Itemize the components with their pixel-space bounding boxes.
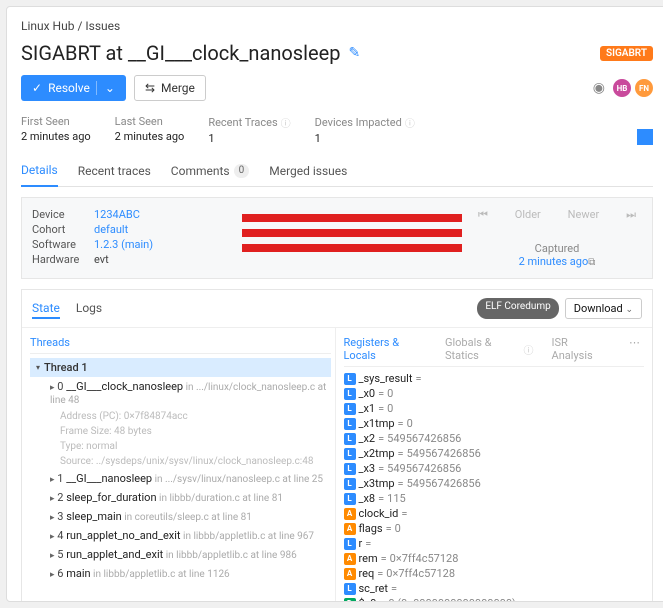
type-icon: A bbox=[344, 508, 356, 520]
edit-icon[interactable]: ✎ bbox=[348, 45, 360, 61]
stack-frame[interactable]: ▸ 3 sleep_main in coreutils/sleep.c at l… bbox=[30, 507, 331, 526]
coredump-pill: ELF Coredump bbox=[477, 298, 558, 319]
device-link[interactable]: 1234ABC bbox=[94, 208, 140, 221]
breadcrumb: Linux Hub / Issues bbox=[21, 19, 653, 33]
chevron-down-icon: ⌄ bbox=[625, 305, 633, 315]
register-row[interactable]: Arem = 0×7ff4c57128 bbox=[344, 551, 645, 566]
status-badge: SIGABRT bbox=[600, 46, 653, 61]
chart-placeholder bbox=[637, 129, 653, 145]
info-icon: ⓘ bbox=[281, 115, 291, 130]
cohort-link[interactable]: default bbox=[94, 223, 128, 236]
register-row[interactable]: L_x2tmp = 549567426856 bbox=[344, 446, 645, 461]
type-icon: L bbox=[344, 418, 356, 430]
register-row[interactable]: L_x3 = 549567426856 bbox=[344, 461, 645, 476]
register-row[interactable]: Lr = bbox=[344, 536, 645, 551]
avatar[interactable]: HB bbox=[613, 79, 631, 97]
tab-recent-traces[interactable]: Recent traces bbox=[78, 157, 151, 186]
info-icon: ⓘ bbox=[405, 115, 415, 130]
merge-icon: ⇆ bbox=[145, 81, 155, 95]
register-row[interactable]: Aclock_id = bbox=[344, 506, 645, 521]
info-icon: ⓘ bbox=[524, 342, 534, 357]
more-icon[interactable]: ⋯ bbox=[625, 336, 644, 362]
type-icon: L bbox=[344, 493, 356, 505]
register-row[interactable]: Areq = 0×7ff4c57128 bbox=[344, 566, 645, 581]
register-row[interactable]: L_x8 = 115 bbox=[344, 491, 645, 506]
subtab-state[interactable]: State bbox=[32, 299, 60, 319]
type-icon: L bbox=[344, 583, 356, 595]
register-row[interactable]: L_x2 = 549567426856 bbox=[344, 431, 645, 446]
type-icon: L bbox=[344, 433, 356, 445]
type-icon: L bbox=[344, 538, 356, 550]
type-icon: A bbox=[344, 553, 356, 565]
check-icon: ✓ bbox=[32, 81, 42, 95]
register-row[interactable]: Aflags = 0 bbox=[344, 521, 645, 536]
caret-right-icon: ▸ bbox=[50, 570, 55, 580]
caret-right-icon: ▸ bbox=[50, 551, 55, 561]
caret-right-icon: ▸ bbox=[50, 513, 55, 523]
register-row[interactable]: L_x3tmp = 549567426856 bbox=[344, 476, 645, 491]
subtab-logs[interactable]: Logs bbox=[76, 299, 102, 319]
captured-time[interactable]: 2 minutes ago bbox=[519, 255, 589, 268]
register-row[interactable]: Lsc_ret = bbox=[344, 581, 645, 596]
type-icon: D bbox=[344, 598, 356, 603]
merge-button[interactable]: ⇆ Merge bbox=[134, 75, 206, 101]
caret-right-icon: ▸ bbox=[50, 532, 55, 542]
type-icon: L bbox=[344, 373, 356, 385]
isr-header[interactable]: ISR Analysis bbox=[552, 336, 607, 362]
last-icon[interactable]: ⏭ bbox=[626, 208, 636, 222]
tab-details[interactable]: Details bbox=[21, 157, 58, 187]
captured-label: Captured bbox=[472, 242, 642, 255]
stack-frame[interactable]: ▸ 5 run_applet_and_exit in libbb/appletl… bbox=[30, 545, 331, 564]
external-link-icon[interactable]: ⧉ bbox=[588, 257, 595, 268]
type-icon: L bbox=[344, 478, 356, 490]
stack-frame[interactable]: ▸ 0 __GI___clock_nanosleep in .../linux/… bbox=[30, 377, 331, 409]
register-row[interactable]: L_sys_result = bbox=[344, 371, 645, 386]
register-row[interactable]: L_x1 = 0 bbox=[344, 401, 645, 416]
stack-frame[interactable]: ▸ 6 main in libbb/appletlib.c at line 11… bbox=[30, 564, 331, 583]
newer-button[interactable]: Newer bbox=[568, 208, 600, 222]
software-link[interactable]: 1.2.3 (main) bbox=[94, 238, 153, 251]
type-icon: L bbox=[344, 463, 356, 475]
tab-merged-issues[interactable]: Merged issues bbox=[269, 157, 347, 186]
threads-header[interactable]: Threads bbox=[30, 336, 70, 349]
type-icon: A bbox=[344, 568, 356, 580]
download-button[interactable]: Download ⌄ bbox=[565, 298, 642, 319]
first-icon[interactable]: ⏮ bbox=[478, 208, 488, 222]
resolve-button[interactable]: ✓ Resolve ⌄ bbox=[21, 75, 126, 101]
caret-down-icon: ▾ bbox=[36, 363, 40, 372]
stack-frame[interactable]: ▸ 2 sleep_for_duration in libbb/duration… bbox=[30, 488, 331, 507]
register-row[interactable]: D$x0 = 0 (0×0000000000000000) bbox=[344, 596, 645, 602]
watch-icon[interactable]: ◉ bbox=[593, 80, 605, 96]
stack-frame[interactable]: ▸ 1 __GI___nanosleep in .../sysv/linux/n… bbox=[30, 469, 331, 488]
regs-header[interactable]: Registers & Locals bbox=[344, 336, 427, 362]
caret-right-icon: ▸ bbox=[50, 494, 55, 504]
globals-header[interactable]: Globals & Statics ⓘ bbox=[445, 336, 534, 362]
redacted-block bbox=[232, 208, 472, 268]
avatar[interactable]: FN bbox=[635, 79, 653, 97]
type-icon: L bbox=[344, 388, 356, 400]
register-row[interactable]: L_x0 = 0 bbox=[344, 386, 645, 401]
frame-detail: Address (PC): 0×7f84874accFrame Size: 48… bbox=[30, 409, 331, 469]
thread-row[interactable]: ▾Thread 1 bbox=[30, 358, 331, 377]
stack-frame[interactable]: ▸ 4 run_applet_no_and_exit in libbb/appl… bbox=[30, 526, 331, 545]
type-icon: A bbox=[344, 523, 356, 535]
register-row[interactable]: L_x1tmp = 0 bbox=[344, 416, 645, 431]
breadcrumb-root[interactable]: Linux Hub bbox=[21, 19, 74, 33]
older-button[interactable]: Older bbox=[515, 208, 541, 222]
breadcrumb-leaf[interactable]: Issues bbox=[85, 19, 120, 33]
device-info: Device1234ABC Cohortdefault Software1.2.… bbox=[32, 208, 232, 268]
page-title: SIGABRT at __GI___clock_nanosleep bbox=[21, 41, 340, 65]
caret-right-icon: ▸ bbox=[50, 383, 55, 393]
type-icon: L bbox=[344, 403, 356, 415]
chevron-down-icon[interactable]: ⌄ bbox=[96, 81, 115, 95]
tabs: Details Recent traces Comments0 Merged i… bbox=[21, 157, 653, 187]
caret-right-icon: ▸ bbox=[50, 475, 55, 485]
type-icon: L bbox=[344, 448, 356, 460]
tab-comments[interactable]: Comments0 bbox=[171, 157, 249, 186]
stats-row: First Seen2 minutes ago Last Seen2 minut… bbox=[21, 115, 415, 145]
